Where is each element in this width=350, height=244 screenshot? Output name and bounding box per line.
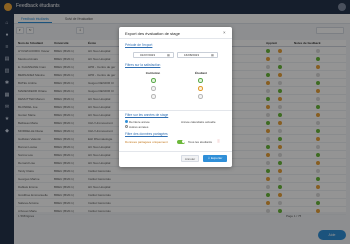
neutral-face-icon[interactable] bbox=[198, 86, 203, 91]
radio-current-year[interactable] bbox=[125, 120, 128, 123]
modal-title: Export des évaluation de stage bbox=[125, 31, 180, 36]
happy-face-icon[interactable] bbox=[198, 78, 203, 83]
sad-face-icon[interactable] bbox=[198, 94, 203, 99]
neutral-face-icon[interactable] bbox=[151, 86, 156, 91]
years-label: Filtre sur les années de stage bbox=[125, 113, 169, 117]
radio-other-years[interactable] bbox=[125, 125, 128, 128]
period-label: Période de l'export bbox=[125, 43, 153, 47]
radio-other-label: Autres années bbox=[129, 125, 149, 129]
satisfaction-row bbox=[125, 86, 226, 92]
close-icon[interactable]: × bbox=[223, 30, 226, 35]
calendar-icon[interactable]: ▦ bbox=[167, 53, 170, 57]
export-modal: Export des évaluation de stage × Période… bbox=[119, 27, 232, 167]
satisfaction-row bbox=[125, 78, 226, 84]
col-student: Étudiant bbox=[195, 71, 207, 75]
shared-only-label: Données partagées uniquement bbox=[125, 140, 168, 144]
radio-current-label: Dernière année bbox=[129, 120, 150, 124]
divider bbox=[119, 38, 232, 39]
export-label: Exporter bbox=[211, 156, 223, 160]
satisfaction-label: Filtres sur la satisfaction bbox=[125, 63, 161, 67]
radio-note: Année calendaire actuelle bbox=[181, 120, 216, 124]
divider bbox=[119, 110, 232, 111]
divider bbox=[119, 151, 232, 152]
toggle-knob bbox=[181, 140, 185, 143]
sad-face-icon[interactable] bbox=[151, 94, 156, 99]
info-icon: ⓘ bbox=[217, 139, 221, 143]
cancel-button[interactable]: Annuler bbox=[181, 155, 199, 162]
export-button[interactable]: ⇩ Exporter bbox=[203, 155, 227, 162]
satisfaction-row bbox=[125, 94, 226, 100]
calendar-icon[interactable]: ▦ bbox=[211, 53, 214, 57]
col-institution: Institution bbox=[145, 71, 161, 75]
shared-toggle[interactable] bbox=[177, 139, 185, 144]
shared-label: Filtre des données partagées bbox=[125, 132, 168, 136]
happy-face-icon[interactable] bbox=[151, 78, 156, 83]
all-students-label: Tous les étudiants bbox=[188, 140, 213, 144]
